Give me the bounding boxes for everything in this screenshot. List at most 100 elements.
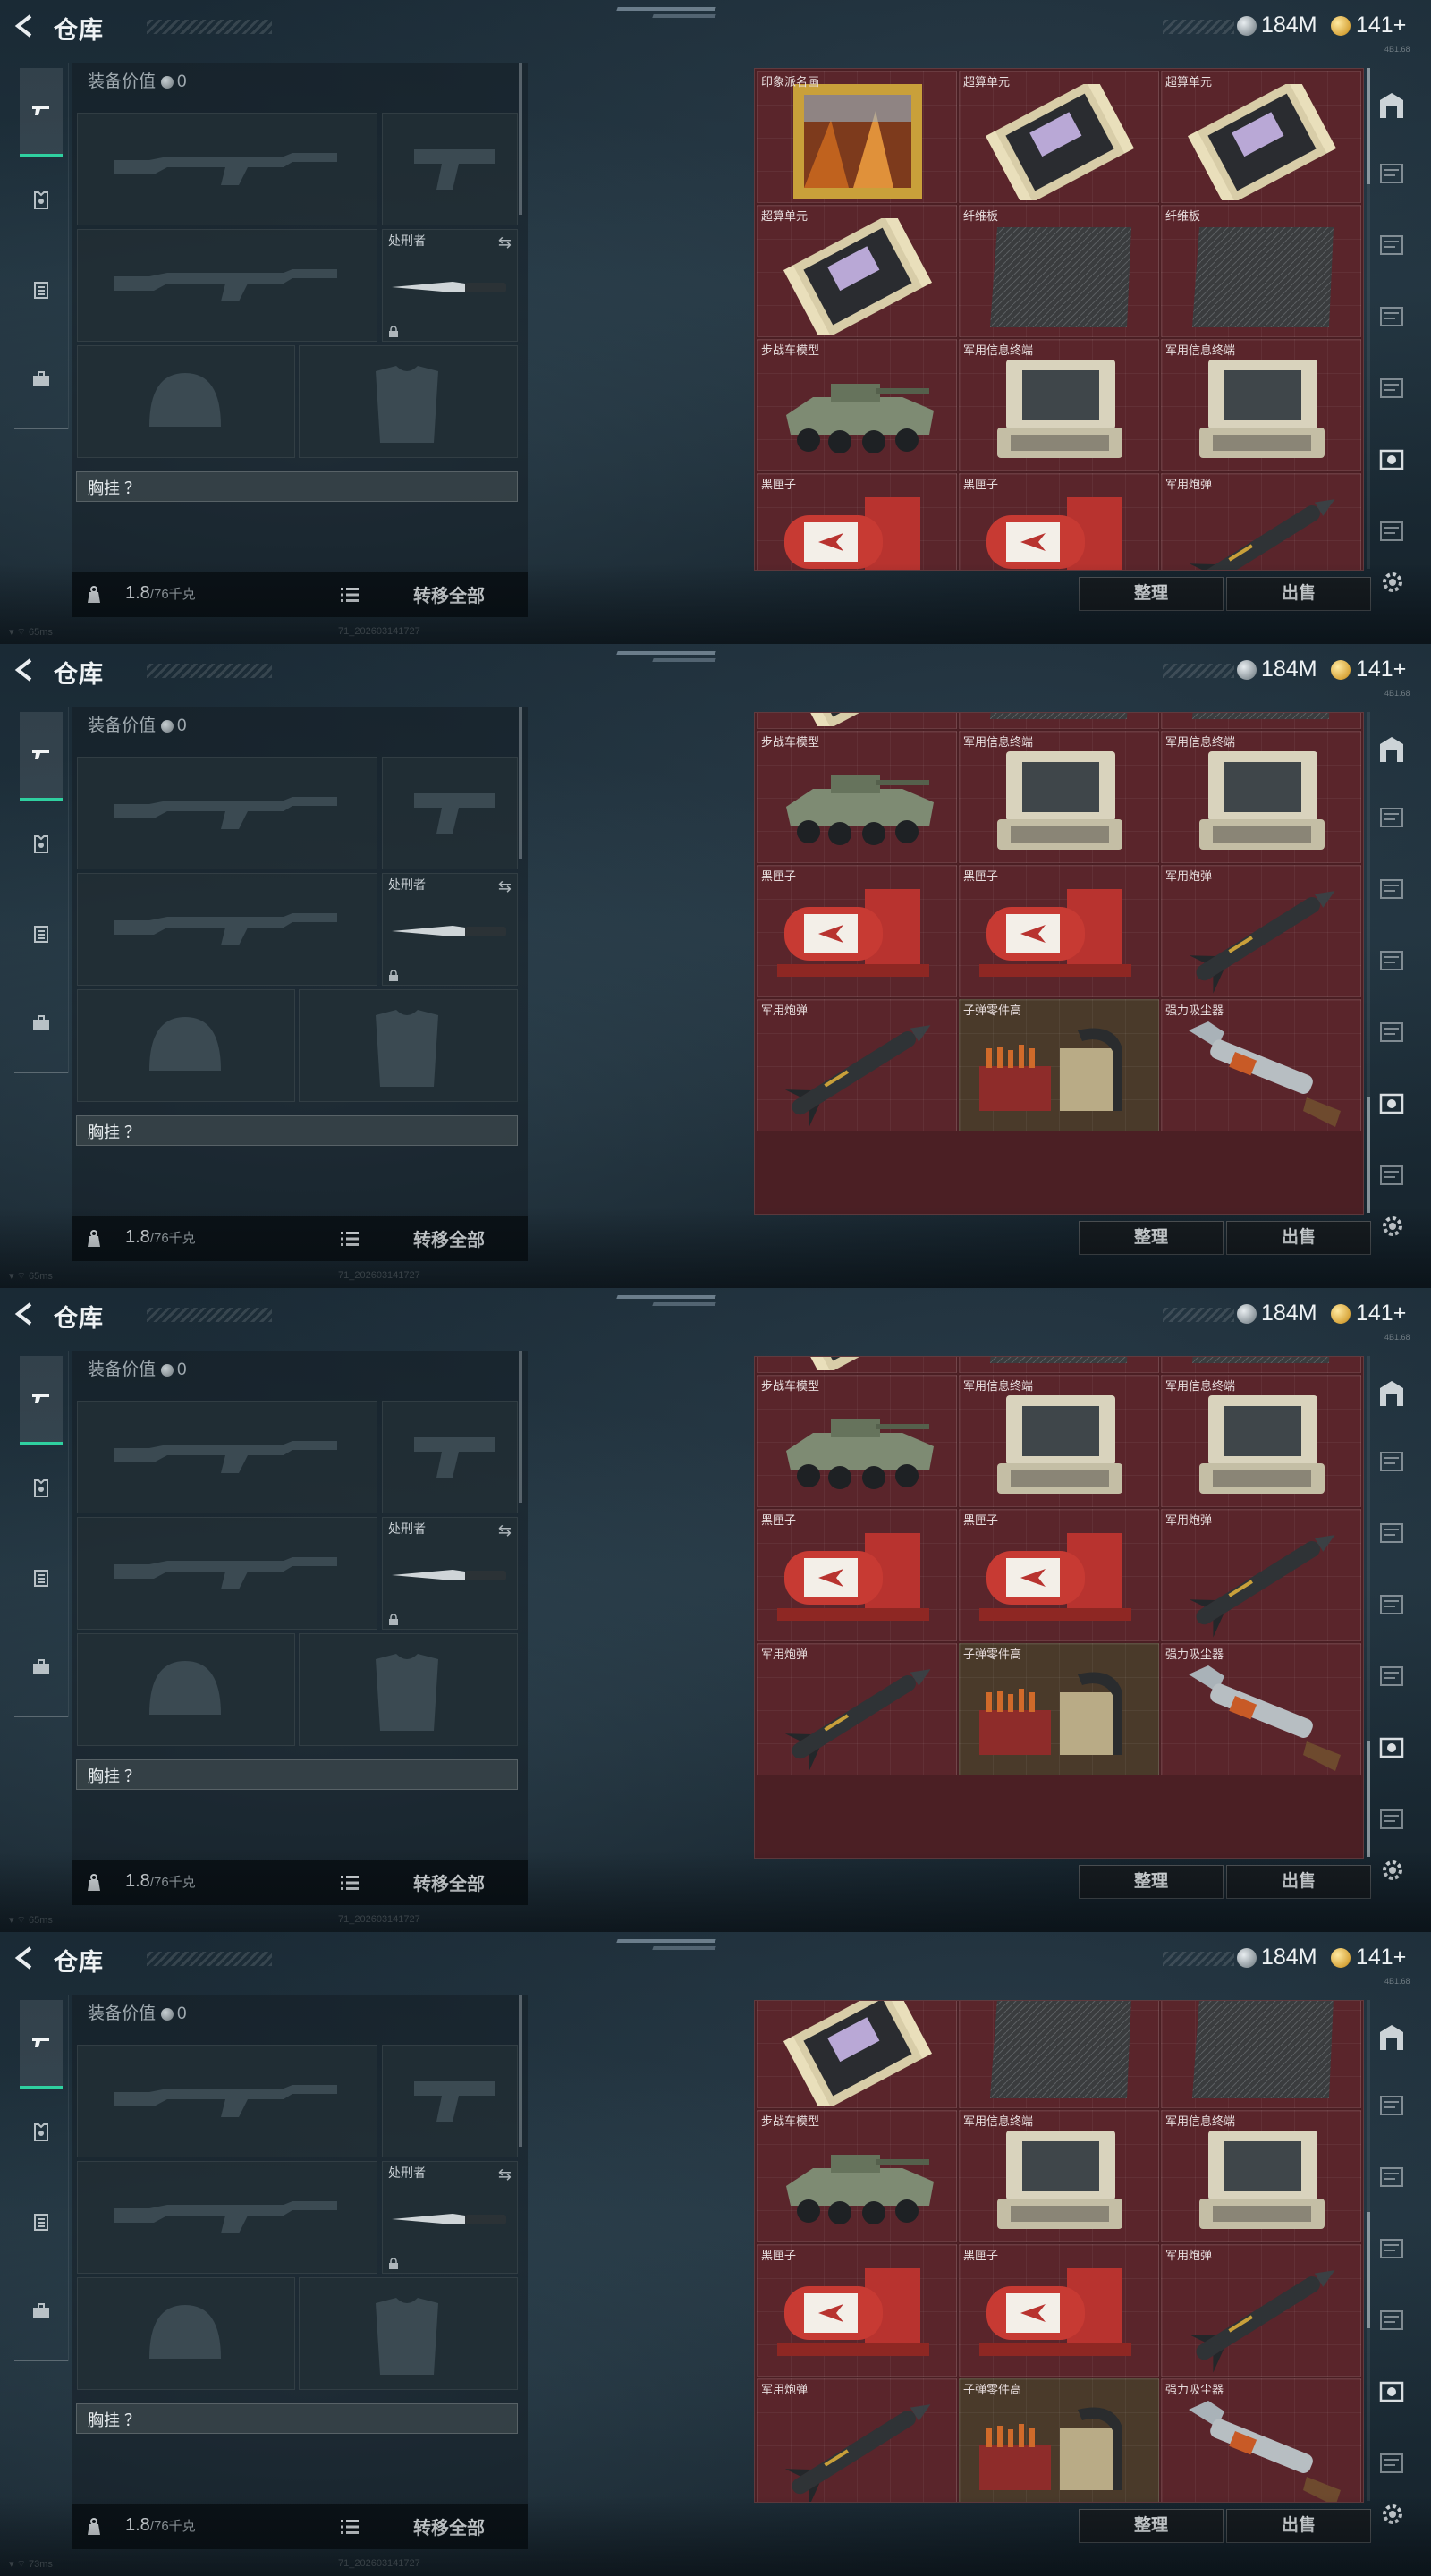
list-icon[interactable]	[340, 2518, 360, 2536]
storage-slot-icon[interactable]	[1376, 1589, 1408, 1621]
warehouse-grid[interactable]: 印象派名画超算单元超算单元超算单元纤维板纤维板步战车模型军用信息终端军用信息终端…	[754, 712, 1364, 1215]
storage-slot-icon[interactable]	[1376, 157, 1408, 190]
swap-icon[interactable]: ⇆	[498, 2165, 512, 2184]
secondary-weapon-slot[interactable]	[77, 2161, 377, 2274]
inventory-item[interactable]: 军用炮弹	[757, 999, 957, 1131]
secondary-weapon-slot[interactable]	[77, 229, 377, 342]
sidearm-slot[interactable]	[382, 113, 518, 225]
storage-slot-icon[interactable]	[1376, 372, 1408, 404]
inventory-item[interactable]: 强力吸尘器	[1161, 1643, 1361, 1775]
inventory-item[interactable]: 黑匣子	[959, 1509, 1159, 1641]
inventory-item[interactable]: 军用信息终端	[959, 339, 1159, 471]
equipment-scrollbar[interactable]	[519, 1995, 522, 2147]
tab-rig[interactable]	[20, 247, 63, 333]
storage-tab-icon[interactable]	[1376, 89, 1408, 122]
inventory-item[interactable]: 军用信息终端	[1161, 339, 1361, 471]
inventory-item[interactable]: 纤维板	[959, 713, 1159, 729]
storage-slot-icon[interactable]	[1376, 1016, 1408, 1048]
storage-slot-icon[interactable]	[1376, 229, 1408, 261]
gold-currency-value[interactable]: 141+	[1356, 1945, 1406, 1970]
warehouse-scroll-thumb[interactable]	[1367, 68, 1370, 184]
tab-armor[interactable]	[20, 1445, 63, 1531]
chest-rig-header[interactable]: 胸挂 ？	[76, 1759, 518, 1790]
inventory-item[interactable]: 军用炮弹	[757, 2378, 957, 2502]
melee-slot[interactable]: 处刑者 ⇆	[382, 873, 518, 986]
storage-slot-active-icon[interactable]	[1376, 2376, 1408, 2408]
primary-weapon-slot[interactable]	[77, 1401, 377, 1513]
storage-slot-icon[interactable]	[1376, 2233, 1408, 2265]
inventory-item[interactable]: 超算单元	[757, 205, 957, 337]
storage-slot-icon[interactable]	[1376, 1159, 1408, 1191]
sort-button[interactable]: 整理	[1079, 577, 1224, 611]
list-icon[interactable]	[340, 1230, 360, 1248]
tab-weapons[interactable]	[20, 1356, 63, 1445]
sidearm-slot[interactable]	[382, 2045, 518, 2157]
inventory-item[interactable]: 军用信息终端	[959, 2110, 1159, 2242]
inventory-item[interactable]: 黑匣子	[959, 473, 1159, 570]
sidearm-slot[interactable]	[382, 757, 518, 869]
inventory-item[interactable]: 纤维板	[959, 2001, 1159, 2108]
inventory-item[interactable]: 军用信息终端	[959, 1375, 1159, 1507]
list-icon[interactable]	[340, 586, 360, 604]
gold-currency-value[interactable]: 141+	[1356, 13, 1406, 38]
storage-tab-icon[interactable]	[1376, 733, 1408, 766]
tab-backpack[interactable]	[20, 2268, 63, 2354]
back-arrow-icon[interactable]	[13, 1945, 39, 1971]
gear-icon[interactable]	[1379, 2501, 1406, 2528]
inventory-item[interactable]: 超算单元	[757, 2001, 957, 2108]
inventory-item[interactable]: 纤维板	[1161, 1357, 1361, 1373]
storage-slot-icon[interactable]	[1376, 301, 1408, 333]
tab-backpack[interactable]	[20, 1624, 63, 1710]
inventory-item[interactable]: 步战车模型	[757, 2110, 957, 2242]
sort-button[interactable]: 整理	[1079, 2509, 1224, 2543]
tab-rig[interactable]	[20, 891, 63, 977]
body-armor-slot[interactable]	[299, 1633, 518, 1746]
inventory-item[interactable]: 超算单元	[757, 1357, 957, 1373]
melee-slot[interactable]: 处刑者 ⇆	[382, 2161, 518, 2274]
melee-slot[interactable]: 处刑者 ⇆	[382, 1517, 518, 1630]
transfer-all-button[interactable]: 转移全部	[413, 1225, 485, 1251]
storage-slot-icon[interactable]	[1376, 1445, 1408, 1478]
silver-currency-value[interactable]: 184M	[1261, 1301, 1317, 1326]
storage-slot-icon[interactable]	[1376, 945, 1408, 977]
inventory-item[interactable]: 步战车模型	[757, 339, 957, 471]
inventory-item[interactable]: 军用信息终端	[1161, 731, 1361, 863]
storage-slot-icon[interactable]	[1376, 1660, 1408, 1692]
inventory-item[interactable]: 军用炮弹	[1161, 473, 1361, 570]
body-armor-slot[interactable]	[299, 345, 518, 458]
transfer-all-button[interactable]: 转移全部	[413, 581, 485, 607]
helmet-slot[interactable]	[77, 345, 295, 458]
storage-slot-icon[interactable]	[1376, 1517, 1408, 1549]
back-arrow-icon[interactable]	[13, 1301, 39, 1327]
helmet-slot[interactable]	[77, 989, 295, 1102]
body-armor-slot[interactable]	[299, 989, 518, 1102]
inventory-item[interactable]: 子弹零件高	[959, 1643, 1159, 1775]
chest-rig-header[interactable]: 胸挂 ？	[76, 1115, 518, 1146]
inventory-item[interactable]: 军用信息终端	[1161, 1375, 1361, 1507]
primary-weapon-slot[interactable]	[77, 113, 377, 225]
inventory-item[interactable]: 黑匣子	[757, 1509, 957, 1641]
tab-backpack[interactable]	[20, 980, 63, 1066]
tab-backpack[interactable]	[20, 336, 63, 422]
helmet-slot[interactable]	[77, 2277, 295, 2390]
warehouse-grid[interactable]: 印象派名画超算单元超算单元超算单元纤维板纤维板步战车模型军用信息终端军用信息终端…	[754, 68, 1364, 571]
primary-weapon-slot[interactable]	[77, 2045, 377, 2157]
storage-slot-icon[interactable]	[1376, 515, 1408, 547]
warehouse-scroll-thumb[interactable]	[1367, 2212, 1370, 2328]
inventory-item[interactable]: 强力吸尘器	[1161, 999, 1361, 1131]
inventory-item[interactable]: 步战车模型	[757, 731, 957, 863]
storage-slot-active-icon[interactable]	[1376, 444, 1408, 476]
inventory-item[interactable]: 印象派名画	[757, 71, 957, 203]
gold-currency-value[interactable]: 141+	[1356, 657, 1406, 682]
sort-button[interactable]: 整理	[1079, 1865, 1224, 1899]
gear-icon[interactable]	[1379, 569, 1406, 596]
transfer-all-button[interactable]: 转移全部	[413, 1869, 485, 1895]
inventory-item[interactable]: 黑匣子	[959, 2244, 1159, 2377]
transfer-all-button[interactable]: 转移全部	[413, 2513, 485, 2539]
tab-armor[interactable]	[20, 801, 63, 887]
tab-weapons[interactable]	[20, 712, 63, 801]
inventory-item[interactable]: 子弹零件高	[959, 999, 1159, 1131]
sell-button[interactable]: 出售	[1226, 1865, 1371, 1899]
inventory-item[interactable]: 黑匣子	[757, 473, 957, 570]
storage-slot-icon[interactable]	[1376, 801, 1408, 834]
